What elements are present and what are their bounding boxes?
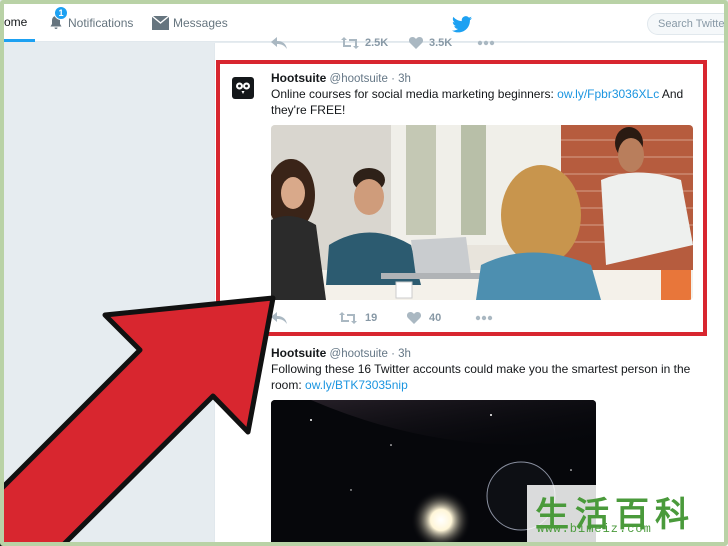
watermark: 生活百科 www.bimeiz.com [527,485,728,546]
red-pointer-arrow-icon [0,295,276,546]
watermark-url: www.bimeiz.com [537,522,652,536]
